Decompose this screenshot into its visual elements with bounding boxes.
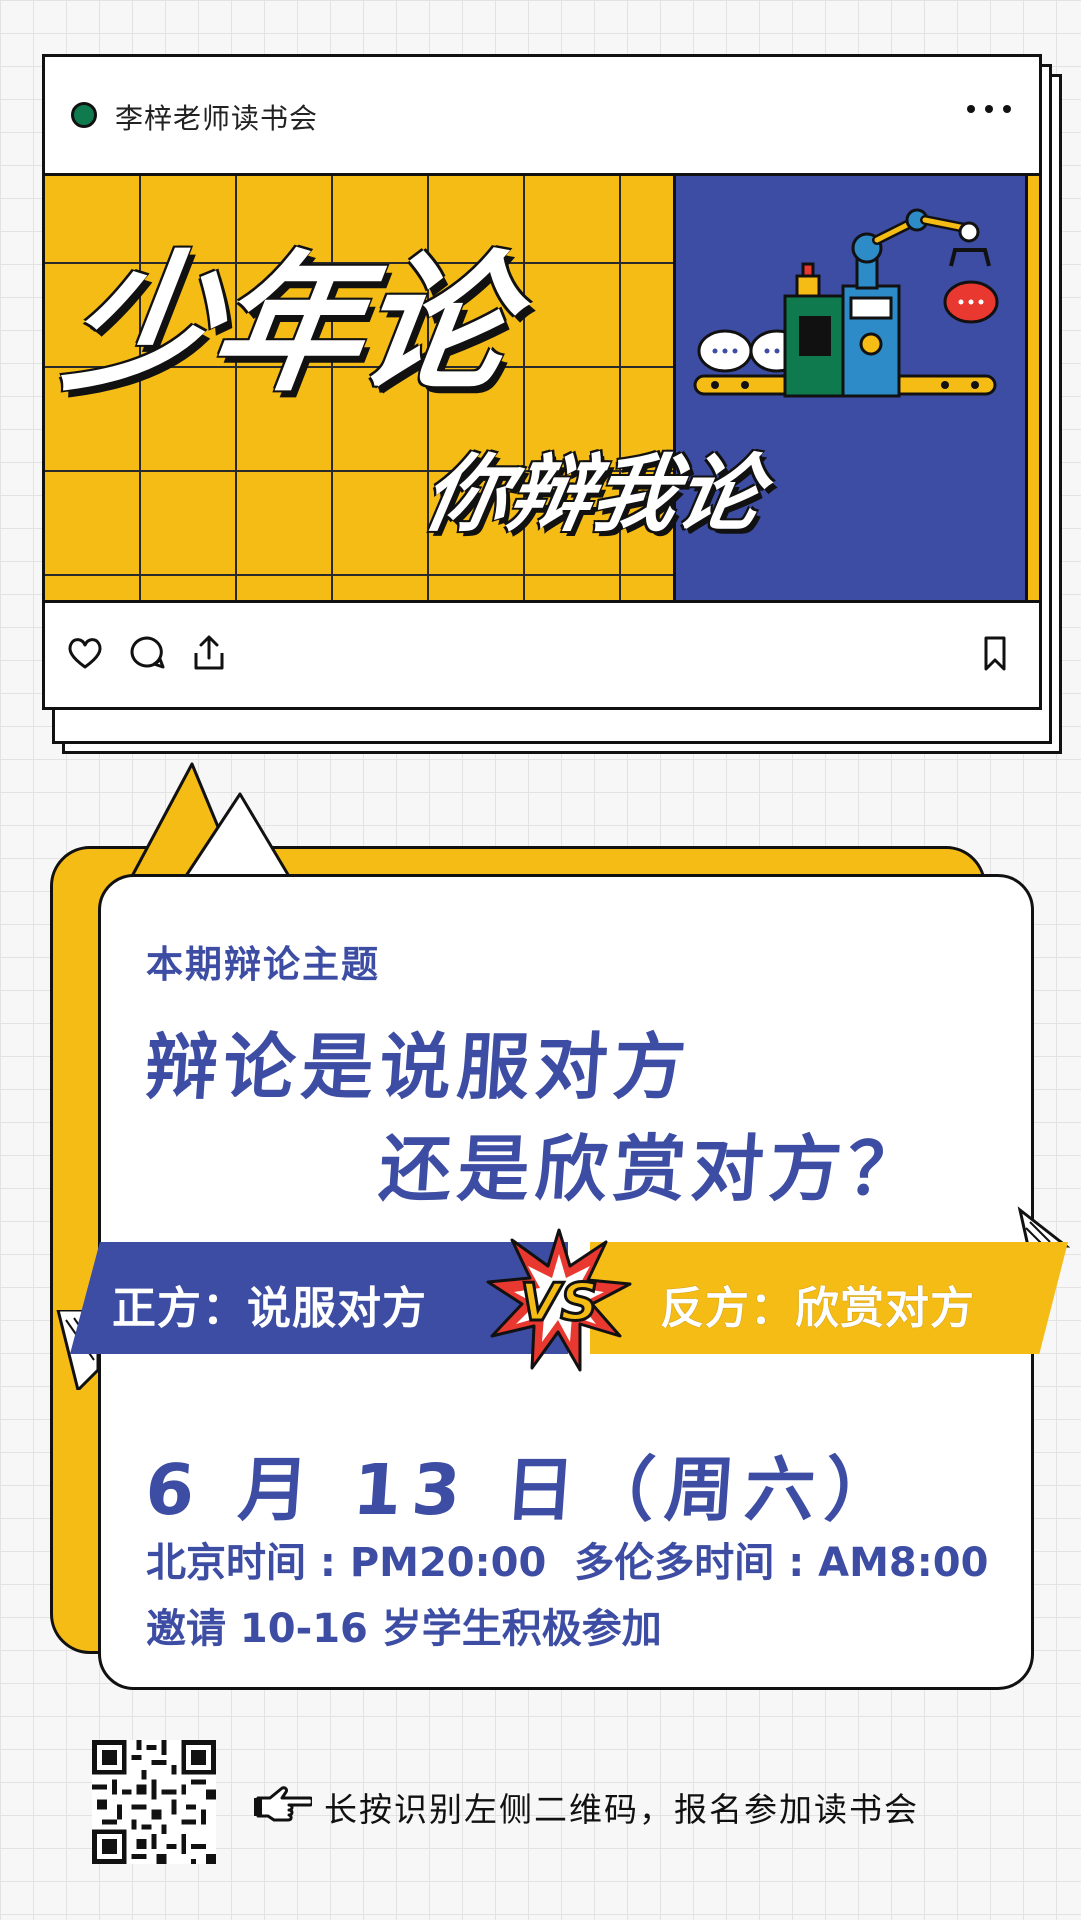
versus-band: VS 正方：说服对方 反方：欣赏对方 — [54, 1206, 1074, 1390]
heart-icon[interactable] — [65, 633, 105, 673]
topic-question-line1: 辩论是说服对方 — [142, 1025, 695, 1109]
robot-machine-illustration — [693, 208, 999, 398]
post-card-stack: 李梓老师读书会 少年论 你辩我论 — [42, 54, 1062, 754]
post-card: 李梓老师读书会 少年论 你辩我论 — [42, 54, 1042, 710]
post-header: 李梓老师读书会 — [45, 57, 1039, 173]
invite-text: 邀请 10-16 岁学生积极参加 — [146, 1606, 662, 1652]
signup-instruction: 长按识别左侧二维码，报名参加读书会 — [324, 1790, 919, 1829]
post-actions-bar — [45, 603, 1039, 707]
post-banner-image: 少年论 你辩我论 — [45, 173, 1039, 603]
beijing-time: 北京时间 : PM20:00 — [146, 1540, 547, 1586]
pro-side-label: 正方：说服对方 — [112, 1283, 427, 1334]
topic-question-line2: 还是欣赏对方？ — [376, 1127, 929, 1211]
con-side-label: 反方：欣赏对方 — [660, 1283, 975, 1334]
share-icon[interactable] — [189, 633, 229, 673]
banner-title: 少年论 — [54, 238, 518, 412]
toronto-time: 多伦多时间 : AM8:00 — [574, 1540, 989, 1586]
qr-code[interactable] — [92, 1740, 216, 1864]
account-name[interactable]: 李梓老师读书会 — [115, 97, 318, 137]
event-times: 北京时间 : PM20:00 多伦多时间 : AM8:00 — [146, 1530, 988, 1588]
avatar[interactable] — [71, 102, 97, 128]
speech-bubble-tail — [128, 762, 298, 890]
pointing-hand-icon — [254, 1786, 312, 1822]
topic-label: 本期辩论主题 — [146, 943, 380, 986]
vs-label: VS — [520, 1273, 598, 1333]
banner-yellow-strip — [1025, 176, 1039, 600]
comment-icon[interactable] — [127, 633, 167, 673]
more-icon[interactable] — [967, 105, 1011, 113]
bookmark-icon[interactable] — [975, 633, 1015, 673]
vs-burst-icon: VS — [486, 1228, 632, 1372]
event-date: 6 月 13 日（周六） — [142, 1449, 908, 1531]
banner-subtitle: 你辩我论 — [416, 445, 770, 543]
